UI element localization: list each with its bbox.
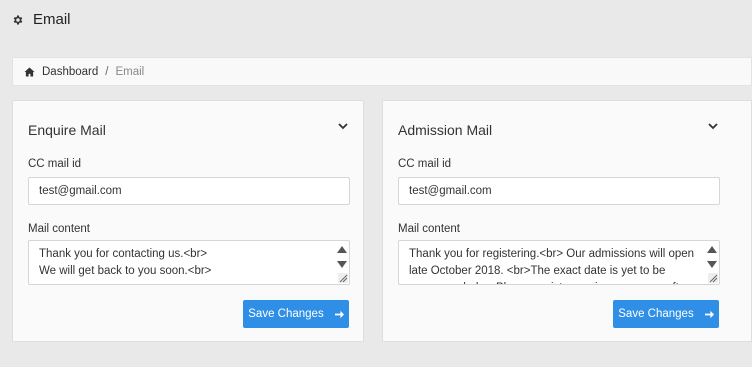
mail-content-label: Mail content [28, 223, 91, 235]
resize-handle-icon[interactable] [338, 273, 348, 283]
breadcrumb-separator: / [105, 65, 109, 78]
cc-mail-input[interactable] [398, 177, 720, 205]
breadcrumb-current: Email [115, 65, 145, 78]
breadcrumb: Dashboard / Email [12, 57, 752, 86]
page-header: Email [12, 11, 71, 28]
gear-icon [13, 15, 23, 24]
mail-content-label: Mail content [398, 223, 461, 235]
chevron-down-icon[interactable] [708, 122, 718, 130]
enquire-mail-card: Enquire Mail CC mail id Mail content Tha… [12, 100, 364, 342]
save-changes-button[interactable]: Save Changes [613, 300, 719, 328]
scroll-up-arrow-icon[interactable] [707, 246, 717, 253]
scroll-down-arrow-icon[interactable] [707, 261, 717, 268]
breadcrumb-dashboard-link[interactable]: Dashboard [42, 66, 98, 78]
save-button-label: Save Changes [248, 308, 324, 320]
card-title: Enquire Mail [28, 122, 106, 138]
cc-mail-input[interactable] [28, 177, 350, 205]
home-icon[interactable] [24, 66, 35, 77]
scroll-down-arrow-icon[interactable] [337, 261, 347, 268]
chevron-down-icon[interactable] [338, 122, 348, 130]
arrow-right-icon [334, 310, 344, 318]
mail-content-textarea[interactable]: Thank you for registering.<br> Our admis… [398, 240, 720, 285]
resize-handle-icon[interactable] [708, 273, 718, 283]
admission-mail-card: Admission Mail CC mail id Mail content T… [382, 100, 752, 342]
cc-mail-label: CC mail id [28, 158, 82, 170]
save-changes-button[interactable]: Save Changes [243, 300, 349, 328]
save-button-label: Save Changes [618, 308, 694, 320]
mail-content-text[interactable]: Thank you for contacting us.<br> We will… [39, 246, 333, 280]
page-title: Email [33, 11, 71, 28]
mail-content-textarea[interactable]: Thank you for contacting us.<br> We will… [28, 240, 350, 285]
arrow-right-icon [704, 310, 714, 318]
mail-content-text[interactable]: Thank you for registering.<br> Our admis… [409, 246, 703, 284]
card-title: Admission Mail [398, 122, 493, 138]
scroll-up-arrow-icon[interactable] [337, 246, 347, 253]
cc-mail-label: CC mail id [398, 158, 452, 170]
